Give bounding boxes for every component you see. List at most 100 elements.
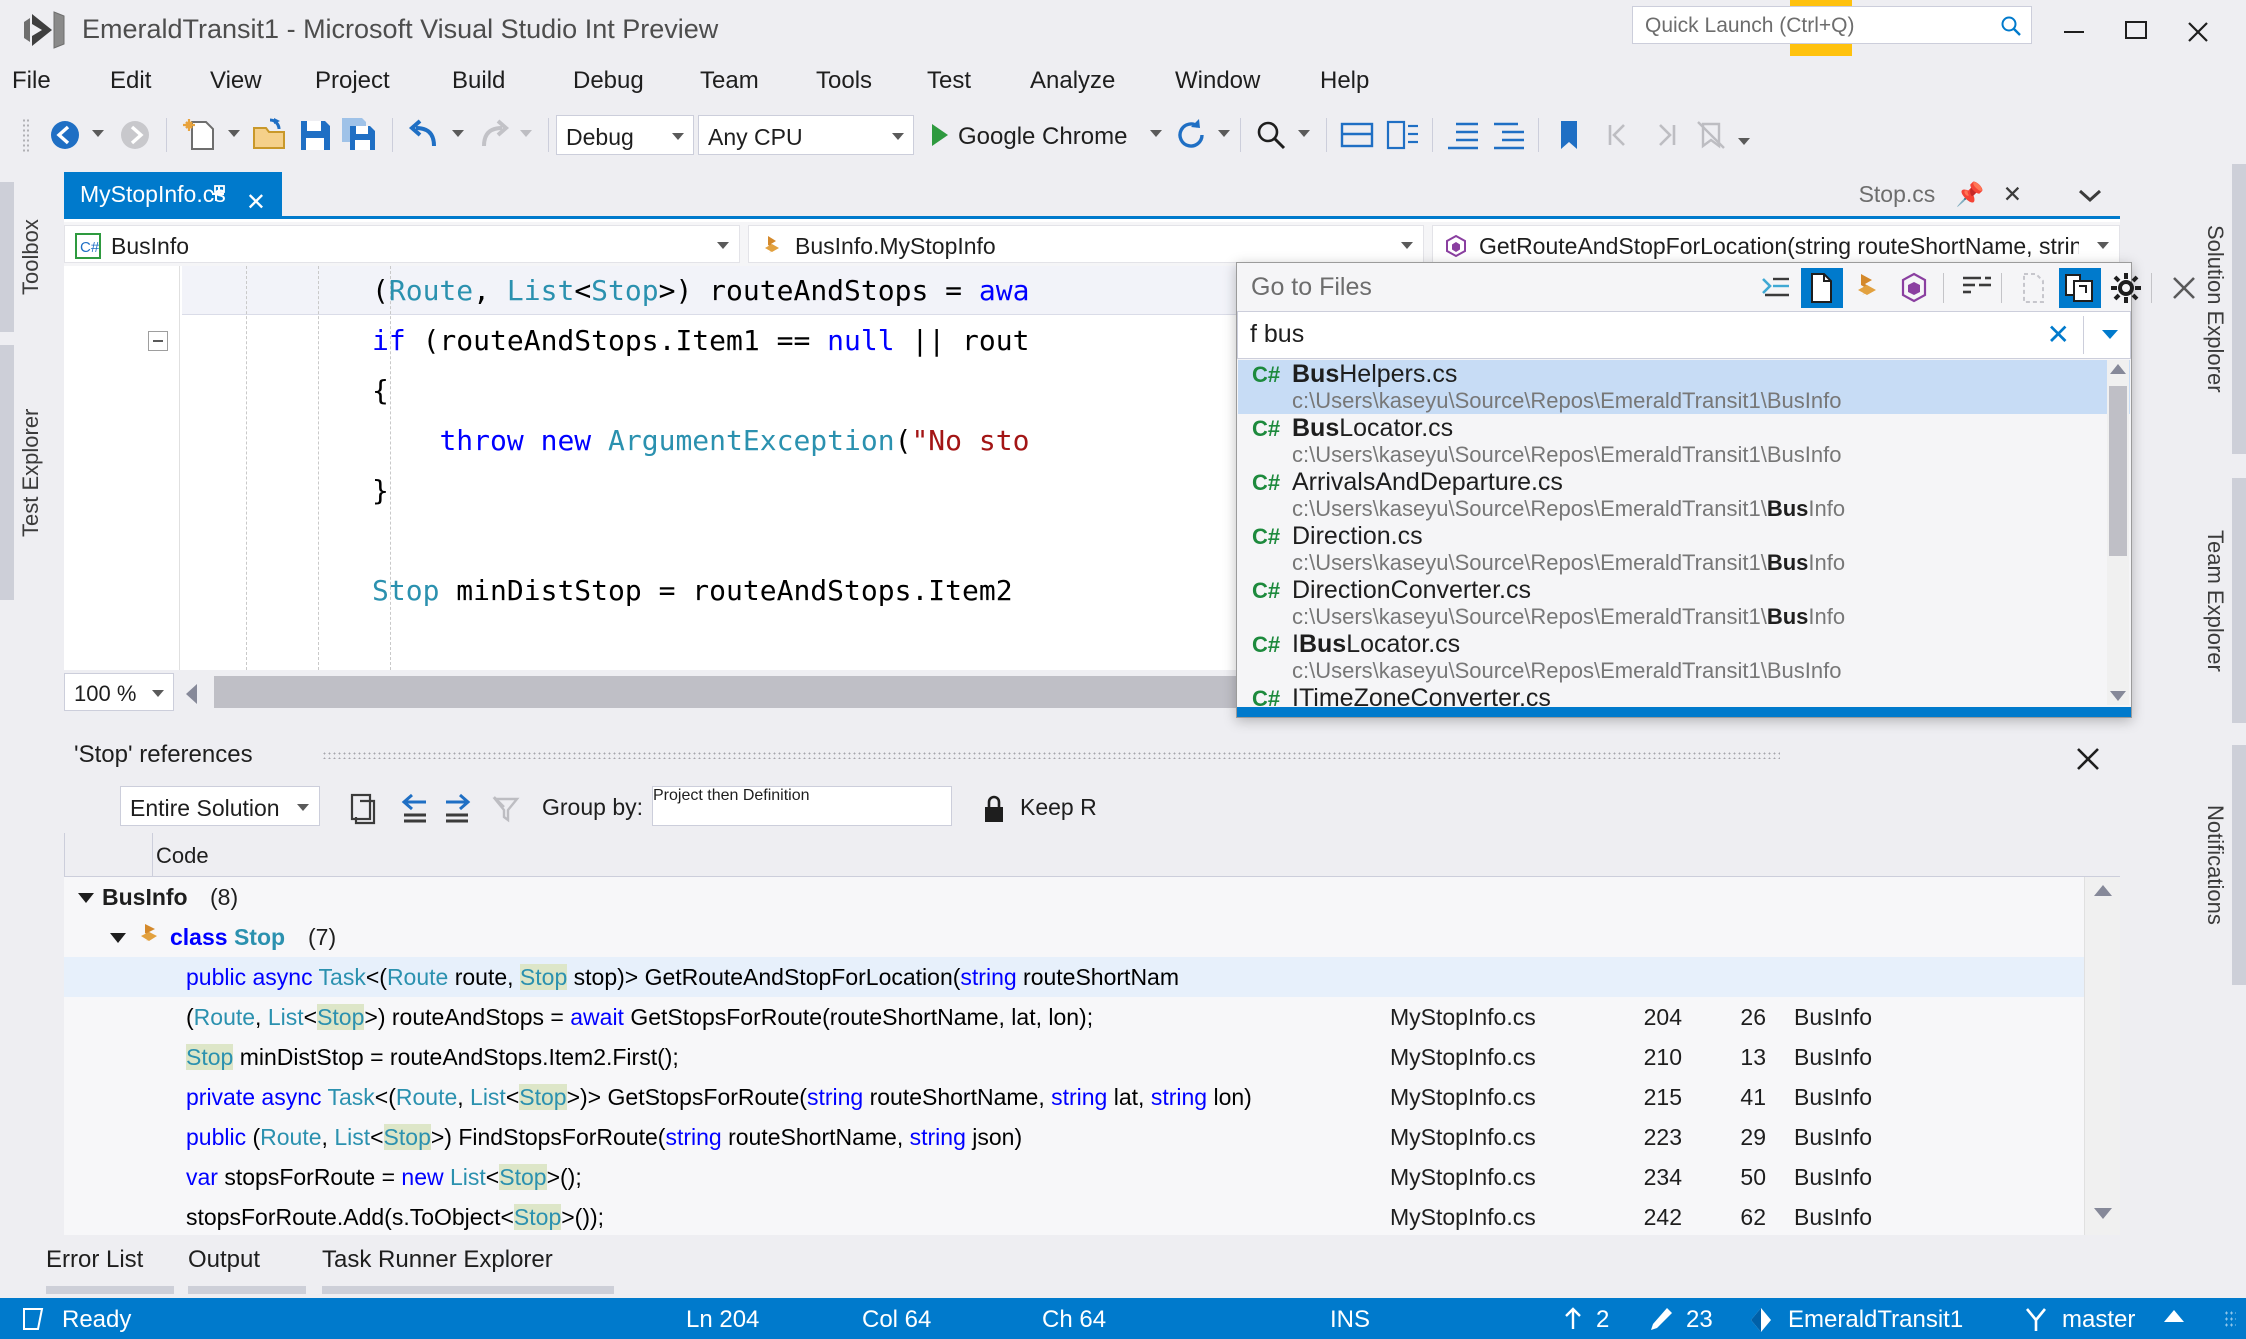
outdent-icon[interactable]: [1490, 116, 1528, 154]
nav-type-combo[interactable]: BusInfo.MyStopInfo: [748, 225, 1424, 263]
go-to-files-search-box[interactable]: f bus ✕: [1237, 311, 2131, 359]
save-icon[interactable]: [296, 116, 334, 154]
go-to-files-result[interactable]: C#ITimeZoneConverter.csc:\Users\kaseyu\S…: [1238, 684, 2130, 707]
menu-item-file[interactable]: File: [12, 58, 51, 104]
references-group-row[interactable]: BusInfo (8): [64, 877, 2120, 917]
lock-icon[interactable]: [980, 791, 1008, 827]
refresh-icon[interactable]: [1172, 116, 1210, 154]
go-to-files-result[interactable]: C# BusHelpers.cs c:\Users\kaseyu\Source\Re…: [1238, 360, 2130, 414]
document-tab-mystopinfo[interactable]: MyStopInfo.cs ✕: [64, 172, 282, 216]
editor-outlining-column[interactable]: [138, 266, 180, 670]
play-icon[interactable]: [926, 116, 952, 154]
search-input[interactable]: f bus: [1250, 320, 1304, 349]
minimize-button[interactable]: [2046, 8, 2102, 48]
file-filter-icon[interactable]: [1801, 268, 1843, 308]
go-to-files-results[interactable]: C# BusHelpers.cs c:\Users\kaseyu\Source\Re…: [1238, 360, 2130, 707]
maximize-button[interactable]: [2108, 8, 2164, 48]
menu-item-window[interactable]: Window: [1175, 58, 1260, 104]
menu-item-team[interactable]: Team: [700, 58, 759, 104]
table-row[interactable]: stopsForRoute.Add(s.ToObject<Stop>()); My…: [64, 1197, 2120, 1235]
scroll-thumb[interactable]: [2109, 386, 2127, 556]
quick-launch-box[interactable]: Quick Launch (Ctrl+Q): [1632, 6, 2032, 44]
dock-preview-icon[interactable]: [2059, 268, 2101, 308]
new-item-dropdown-icon[interactable]: [228, 130, 240, 137]
expander-icon[interactable]: [110, 933, 126, 943]
nav-member-combo[interactable]: GetRouteAndStopForLocation(string routeS…: [1432, 225, 2120, 263]
new-item-icon[interactable]: [180, 116, 218, 154]
open-file-icon[interactable]: [250, 116, 288, 154]
menu-item-help[interactable]: Help: [1320, 58, 1369, 104]
group-by-combo[interactable]: Project then Definition: [652, 786, 952, 826]
scroll-up-icon[interactable]: [2110, 364, 2126, 374]
table-row[interactable]: var stopsForRoute = new List<Stop>(); MyS…: [64, 1157, 2120, 1197]
resize-grip[interactable]: [2224, 1310, 2236, 1328]
menu-item-test[interactable]: Test: [927, 58, 971, 104]
bookmark-icon[interactable]: [1550, 116, 1588, 154]
close-icon[interactable]: [2066, 737, 2110, 781]
menu-item-project[interactable]: Project: [315, 58, 390, 104]
member-filter-icon[interactable]: [1893, 268, 1935, 308]
close-button[interactable]: [2170, 8, 2226, 48]
undo-dropdown-icon[interactable]: [452, 130, 464, 137]
dock-tab-toolbox[interactable]: Toolbox: [18, 182, 58, 332]
navigate-back-icon[interactable]: [46, 116, 84, 154]
go-to-files-result[interactable]: C# DirectionConverter.cs c:\Users\kaseyu\S…: [1238, 576, 2130, 630]
zoom-level-combo[interactable]: 100 %: [64, 673, 174, 711]
tool-tab-output[interactable]: Output: [188, 1246, 260, 1274]
start-dropdown-icon[interactable]: [1150, 130, 1162, 137]
table-row[interactable]: Stop minDistStop = routeAndStops.Item2.F…: [64, 1037, 2120, 1077]
find-icon[interactable]: [1252, 116, 1290, 154]
table-row[interactable]: public async Task<(Route route, Stop sto…: [64, 957, 2120, 997]
toolbar-grip[interactable]: [22, 118, 30, 152]
menu-item-tools[interactable]: Tools: [816, 58, 872, 104]
settings-gear-icon[interactable]: [2105, 268, 2147, 308]
panel-drag-handle[interactable]: [322, 751, 1780, 759]
up-chevron-icon[interactable]: [2162, 1306, 2186, 1326]
comment-icon[interactable]: [1384, 116, 1422, 154]
dock-tab-notifications[interactable]: Notifications: [2188, 745, 2228, 985]
nav-project-combo[interactable]: C# BusInfo: [64, 225, 740, 263]
up-arrow-icon[interactable]: [1562, 1306, 1584, 1332]
toggle-preview-icon[interactable]: [1755, 268, 1797, 308]
go-to-files-popup[interactable]: Go to Files f bus ✕ C# BusHelpers.cs c:\…: [1236, 262, 2195, 718]
dock-tab-test-explorer[interactable]: Test Explorer: [18, 345, 58, 600]
pencil-icon[interactable]: [1648, 1306, 1674, 1332]
chevron-down-icon[interactable]: [2102, 330, 2118, 339]
table-row[interactable]: (Route, List<Stop>) routeAndStops = awai…: [64, 997, 2120, 1037]
table-row[interactable]: private async Task<(Route, List<Stop>)> …: [64, 1077, 2120, 1117]
go-to-files-result[interactable]: C# Direction.cs c:\Users\kaseyu\Source\Rep…: [1238, 522, 2130, 576]
dock-tab-team-explorer[interactable]: Team Explorer: [2188, 478, 2228, 723]
clear-icon[interactable]: ✕: [2047, 318, 2070, 351]
platform-combo[interactable]: Any CPU: [698, 115, 914, 155]
toolbar-overflow-icon[interactable]: [1738, 138, 1750, 145]
go-to-files-result[interactable]: C# BusLocator.cs c:\Users\kaseyu\Source\Re…: [1238, 414, 2130, 468]
configuration-combo[interactable]: Debug: [556, 115, 694, 155]
close-icon[interactable]: ✕: [2003, 172, 2022, 216]
start-debug-label[interactable]: Google Chrome: [958, 123, 1127, 151]
scroll-up-icon[interactable]: [2093, 883, 2113, 897]
references-results-grid[interactable]: BusInfo (8) class Stop (7) public async Task…: [64, 877, 2120, 1235]
pending-changes-count[interactable]: 2: [1596, 1306, 1609, 1334]
menu-item-view[interactable]: View: [210, 58, 262, 104]
document-tab-stop[interactable]: Stop.cs 📌 ✕: [1859, 172, 2036, 216]
scroll-down-icon[interactable]: [2110, 691, 2126, 701]
save-all-icon[interactable]: [340, 116, 378, 154]
branch-icon[interactable]: [2022, 1306, 2050, 1334]
menu-item-edit[interactable]: Edit: [110, 58, 151, 104]
scroll-down-icon[interactable]: [2093, 1207, 2113, 1221]
expander-icon[interactable]: [78, 893, 94, 903]
references-vertical-scrollbar[interactable]: [2084, 877, 2120, 1235]
menu-item-analyze[interactable]: Analyze: [1030, 58, 1115, 104]
menu-item-debug[interactable]: Debug: [573, 58, 644, 104]
branch-name[interactable]: master: [2062, 1306, 2135, 1334]
undo-icon[interactable]: [406, 116, 444, 154]
go-to-files-result[interactable]: C# IBusLocator.cs c:\Users\kaseyu\Source\R…: [1238, 630, 2130, 684]
previous-location-icon[interactable]: [396, 791, 432, 827]
menu-item-build[interactable]: Build: [452, 58, 505, 104]
pin-icon[interactable]: 📌: [1956, 172, 1985, 216]
collapse-region-icon[interactable]: [148, 331, 168, 351]
scope-combo[interactable]: Entire Solution: [120, 786, 320, 826]
indent-icon[interactable]: [1444, 116, 1482, 154]
type-filter-icon[interactable]: [1847, 268, 1889, 308]
expand-results-icon[interactable]: [1955, 268, 1997, 308]
